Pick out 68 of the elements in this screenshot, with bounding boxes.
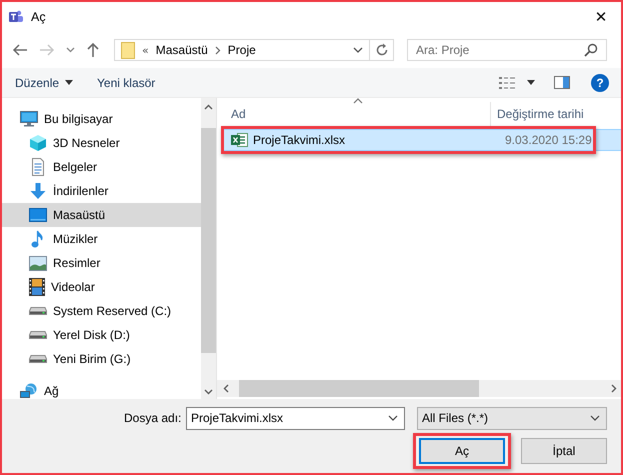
open-button[interactable]: Aç xyxy=(419,438,505,464)
preview-pane-icon[interactable] xyxy=(554,76,570,89)
drive-icon xyxy=(29,331,47,339)
sidebar-item[interactable]: İndirilenler xyxy=(2,179,201,203)
breadcrumb-item[interactable]: Masaüstü xyxy=(156,43,208,57)
cancel-button[interactable]: İptal xyxy=(521,438,607,464)
refresh-button[interactable] xyxy=(370,39,394,61)
file-row[interactable]: ProjeTakvimi.xlsx 9.03.2020 15:29 xyxy=(223,129,621,151)
cube-icon xyxy=(29,134,47,152)
document-icon xyxy=(29,158,47,176)
film-strip-icon xyxy=(29,278,45,296)
caret-icon xyxy=(65,80,74,85)
close-button[interactable]: ✕ xyxy=(581,3,621,31)
sidebar-item[interactable]: Ağ xyxy=(2,379,201,403)
sidebar-item[interactable]: Müzikler xyxy=(2,227,201,251)
column-header[interactable]: Değiştirme tarihi xyxy=(491,102,621,126)
computer-icon xyxy=(20,111,38,127)
search-field[interactable]: Ara: Proje xyxy=(407,39,607,61)
search-icon xyxy=(584,43,598,57)
sidebar-item[interactable]: Belgeler xyxy=(2,155,201,179)
help-button[interactable]: ? xyxy=(591,74,609,92)
sidebar-item[interactable]: Yeni Birim (G:) xyxy=(2,347,201,371)
refresh-icon xyxy=(374,43,388,57)
chevron-down-icon xyxy=(590,415,600,421)
sidebar-item[interactable]: Videolar xyxy=(2,275,201,299)
overflow-mark[interactable]: « xyxy=(142,44,149,56)
sort-caret-icon xyxy=(353,98,363,104)
file-type-dropdown[interactable]: All Files (*.*) xyxy=(417,406,607,430)
file-name: ProjeTakvimi.xlsx xyxy=(253,133,346,147)
file-name-field[interactable]: ProjeTakvimi.xlsx xyxy=(186,406,405,430)
vertical-scrollbar[interactable] xyxy=(201,98,216,399)
view-list-icon[interactable] xyxy=(499,76,515,90)
app-logo-icon xyxy=(8,9,24,25)
drive-icon xyxy=(29,307,47,315)
chevron-down-icon[interactable] xyxy=(353,47,363,53)
file-name-label: Dosya adı: xyxy=(124,411,182,425)
spreadsheet-icon xyxy=(231,132,248,148)
new-folder-button[interactable]: Yeni klasör xyxy=(90,72,162,94)
scroll-up-icon[interactable] xyxy=(204,104,213,110)
scroll-down-icon[interactable] xyxy=(204,389,213,395)
sidebar-item[interactable]: 3D Nesneler xyxy=(2,131,201,155)
organize-button[interactable]: Düzenle xyxy=(8,72,80,94)
back-arrow-icon[interactable] xyxy=(12,43,28,57)
sidebar-item[interactable]: Yerel Disk (D:) xyxy=(2,323,201,347)
caret-icon[interactable] xyxy=(527,80,535,85)
landscape-image-icon xyxy=(29,256,47,270)
chevron-down-icon[interactable] xyxy=(388,415,398,421)
breadcrumb-item[interactable]: Proje xyxy=(228,43,256,57)
sidebar-item[interactable]: System Reserved (C:) xyxy=(2,299,201,323)
horizontal-scrollbar[interactable] xyxy=(217,380,621,397)
address-bar[interactable]: « Masaüstü Proje xyxy=(114,39,370,61)
up-arrow-icon[interactable] xyxy=(86,42,100,58)
window-title: Aç xyxy=(31,10,46,24)
drive-icon xyxy=(29,355,47,363)
scroll-right-icon[interactable] xyxy=(611,384,617,393)
network-icon xyxy=(20,383,38,399)
scroll-left-icon[interactable] xyxy=(223,384,229,393)
sidebar-item[interactable]: Resimler xyxy=(2,251,201,275)
file-date: 9.03.2020 15:29 xyxy=(504,133,592,147)
scroll-thumb[interactable] xyxy=(239,380,479,397)
sidebar-item[interactable]: Bu bilgisayar xyxy=(2,107,201,131)
column-header[interactable]: Ad xyxy=(223,102,491,126)
folder-icon xyxy=(121,42,135,58)
scroll-thumb[interactable] xyxy=(201,128,216,353)
sidebar-item[interactable]: Masaüstü xyxy=(2,203,201,227)
desktop-icon xyxy=(29,208,47,222)
down-arrow-icon xyxy=(29,182,47,200)
chevron-right-icon[interactable] xyxy=(214,46,221,54)
